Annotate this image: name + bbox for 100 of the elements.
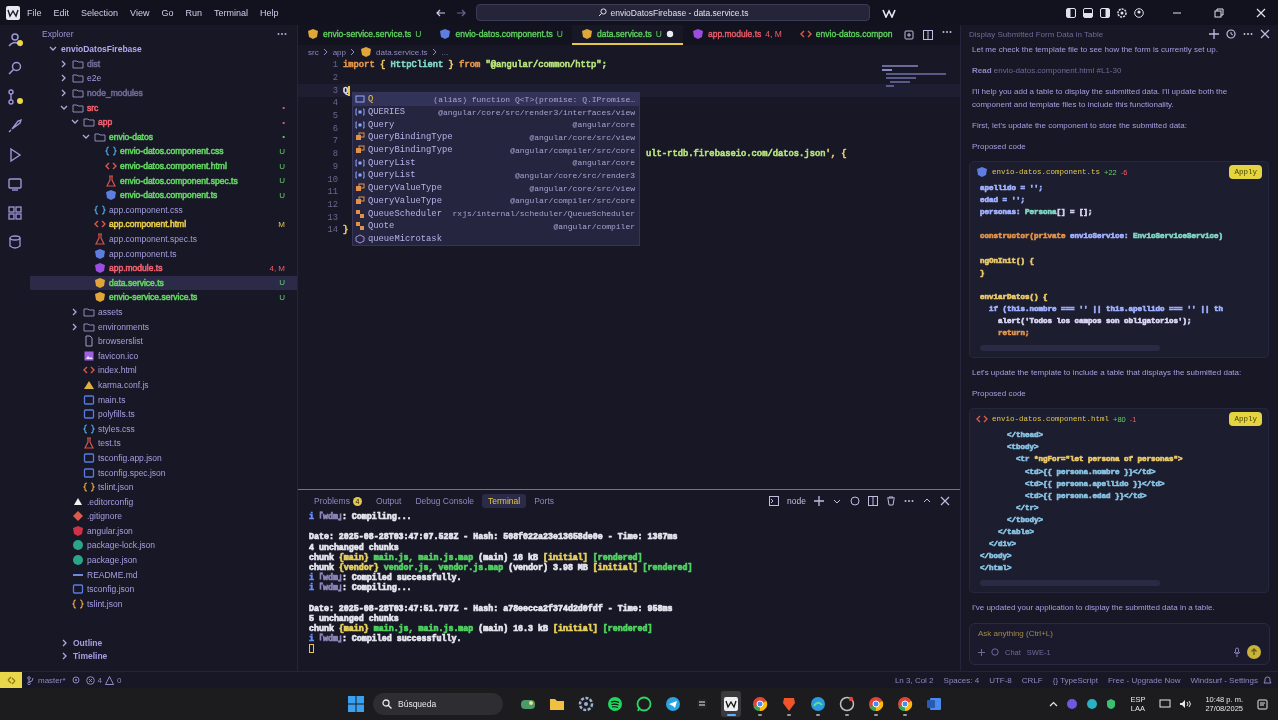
extensions-icon[interactable] [7,205,23,221]
tree-item[interactable]: envioDatosFirebase [30,42,297,57]
status-item[interactable]: {} TypeScript [1047,675,1103,685]
menu-item[interactable]: View [125,5,155,20]
tree-item[interactable]: favicon.ico [30,348,297,364]
tree-item[interactable]: envio-datos.component.ts U [30,187,297,203]
problems-indicator[interactable]: 4 0 [80,675,127,685]
account-icon[interactable] [7,31,23,47]
panel-tab[interactable]: Output [369,494,408,508]
suggestion-item[interactable]: QUERIES @angular/core/src/render3/interfaces/view [353,105,639,119]
status-item[interactable]: CRLF [1016,675,1048,685]
panel-left-icon[interactable] [1066,7,1076,18]
settings-icon[interactable] [1117,7,1127,18]
suggestion-item[interactable]: QueryBindingType @angular/core/src/view [353,131,639,144]
menu-item[interactable]: File [22,5,47,20]
microphone-icon[interactable] [1233,647,1241,657]
section-header[interactable]: Timeline [30,649,297,663]
tree-item[interactable]: dist [30,56,297,72]
tree-item[interactable]: index.html [30,363,297,378]
menu-item[interactable]: Run [180,5,207,20]
tree-item[interactable]: tsconfig.spec.json [30,465,297,480]
suggestion-item[interactable]: Q (alias) function Q<T>(promise: Q.IPromise… [353,93,639,106]
compare-icon[interactable] [904,30,914,40]
status-item[interactable]: Windsurf - Settings [1185,675,1263,685]
monitor-icon[interactable] [1159,699,1172,709]
add-icon[interactable] [978,648,985,656]
close-icon[interactable] [1260,29,1270,39]
tree-item[interactable]: package.json [30,552,297,568]
split-editor-icon[interactable] [923,30,933,40]
tree-item[interactable]: browserslist [30,333,297,349]
restore-icon[interactable] [1214,7,1224,18]
tree-item[interactable]: tsconfig.json [30,581,297,597]
tree-item[interactable]: .gitignore [30,509,297,524]
panel-tab[interactable]: Ports [528,494,560,508]
editor-tab[interactable]: envio-datos.component.ts U [430,25,572,45]
tree-item[interactable]: envio-datos.component.spec.ts U [30,173,297,188]
section-header[interactable]: Outline [30,636,297,650]
suggestion-item[interactable]: queueMicrotask [353,232,639,246]
suggestion-item[interactable]: QueueScheduler rxjs/internal/scheduler/QueueScheduler [353,207,639,220]
tree-item[interactable]: karma.conf.js [30,377,297,393]
start-icon[interactable] [348,696,364,712]
speaker-icon[interactable] [1179,699,1192,709]
tree-item[interactable]: angular.json [30,523,297,539]
menu-item[interactable]: Go [156,5,179,20]
forward-arrow-icon[interactable] [456,7,466,18]
tree-item[interactable]: polyfills.ts [30,406,297,422]
panel-right-icon[interactable] [1100,7,1110,18]
status-item[interactable]: Ln 3, Col 2 [889,675,939,685]
tree-item[interactable]: tslint.json [30,479,297,495]
panel-bottom-icon[interactable] [1083,7,1093,18]
add-icon[interactable] [1209,29,1219,39]
add-icon[interactable] [814,496,824,506]
editor-tab[interactable]: app.module.ts 4, M [682,25,791,45]
suggestion-item[interactable]: QueryList @angular/core/src/render3 [353,169,639,182]
trash-icon[interactable] [886,496,896,506]
chevron-up-icon[interactable] [1049,699,1059,709]
source-control-icon[interactable] [7,89,23,105]
account-icon[interactable] [1134,7,1144,18]
suggestion-item[interactable]: Query @angular/core [353,118,639,132]
suggestion-item[interactable]: QueryBindingType @angular/compiler/src/core [353,143,639,157]
taskbar-app[interactable] [721,691,741,717]
tree-item[interactable]: environments [30,319,297,334]
tree-item[interactable]: envio-datos.component.html U [30,158,297,174]
remote-explorer-icon[interactable] [7,176,23,192]
editor-tab[interactable]: envio-service.service.ts U [298,25,431,45]
close-icon[interactable] [1256,7,1266,18]
status-item[interactable]: UTF-8 [984,675,1017,685]
tree-item[interactable]: .editorconfig [30,494,297,509]
tree-item[interactable]: app.component.spec.ts [30,231,297,247]
suggestion-item[interactable]: Quote @angular/compiler [353,219,639,233]
back-arrow-icon[interactable] [436,7,446,18]
tree-item[interactable]: src • [30,100,297,115]
tree-item[interactable]: README.md [30,567,297,582]
status-item[interactable]: Free - Upgrade Now [1102,675,1186,685]
tree-item[interactable]: tslint.json [30,596,297,612]
run-debug-icon[interactable] [7,147,23,163]
tree-item[interactable]: envio-service.service.ts U [30,290,297,305]
taskbar-search[interactable]: Búsqueda [373,693,503,715]
terminal-name[interactable]: node [787,496,806,506]
panel-tab[interactable]: Terminal [482,494,527,508]
menu-item[interactable]: Help [254,5,284,20]
database-icon[interactable] [7,234,23,250]
tree-item[interactable]: styles.css [30,421,297,437]
send-button-icon[interactable] [1247,645,1261,659]
tree-item[interactable]: envio-datos • [30,129,297,145]
suggestion-item[interactable]: QueryValueType @angular/core/src/view [353,181,639,195]
tree-item[interactable]: main.ts [30,392,297,407]
more-icon[interactable] [277,31,287,36]
shield-icon[interactable] [1106,698,1117,710]
tree-item[interactable]: tsconfig.app.json [30,450,297,466]
panel-tab[interactable]: Debug Console [409,494,481,508]
tree-item[interactable]: app.module.ts 4, M [30,260,297,276]
tree-item[interactable]: test.ts [30,436,297,451]
history-icon[interactable] [1226,29,1236,39]
tree-item[interactable]: node_modules [30,85,297,101]
menu-item[interactable]: Edit [48,5,75,20]
menu-item[interactable]: Terminal [208,5,253,20]
tree-item[interactable]: data.service.ts U [30,275,297,291]
conversation-title[interactable]: Display Submitted Form Data in Table [969,29,1104,39]
command-search-field[interactable]: envioDatosFirebase - data.service.ts [476,4,870,21]
